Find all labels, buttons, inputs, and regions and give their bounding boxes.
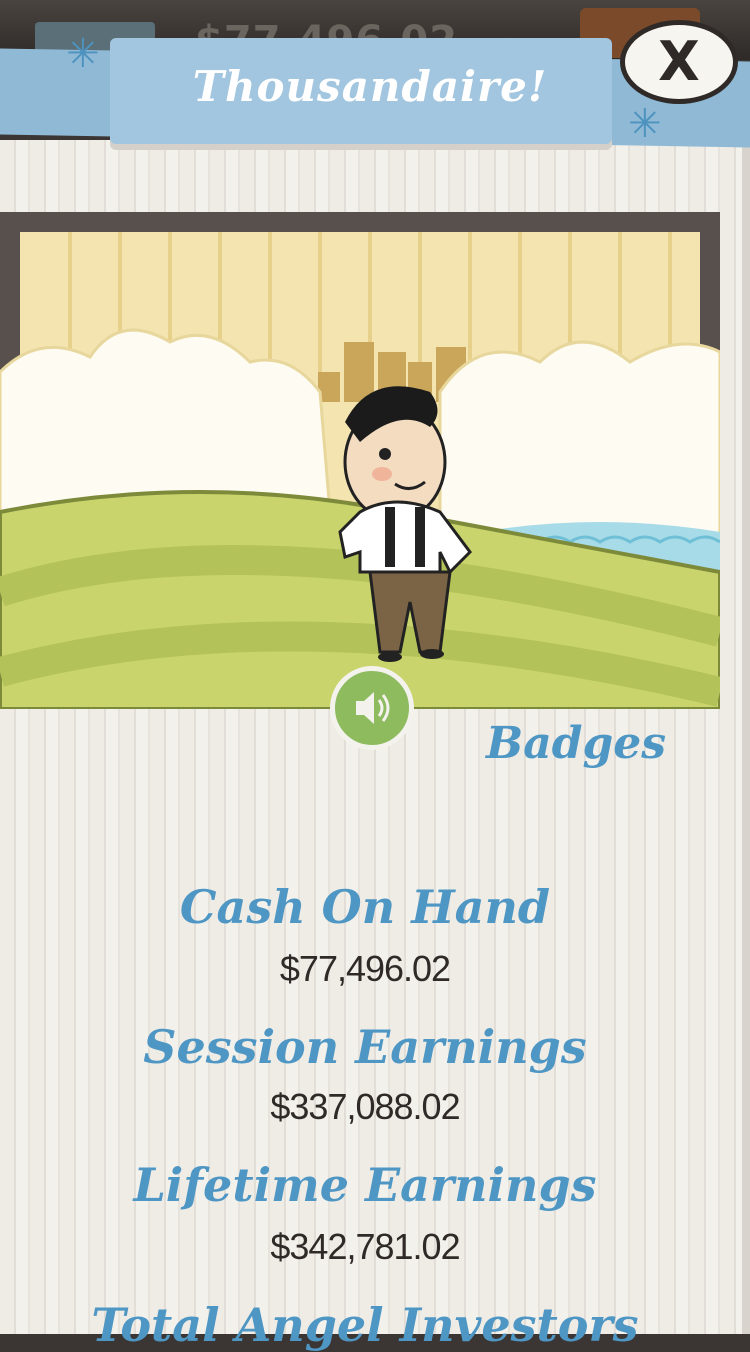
modal-title: Thousandaire!	[192, 62, 548, 111]
sparkle-icon: ✳	[66, 31, 100, 77]
sparkle-icon: ✳	[628, 101, 662, 147]
cash-on-hand-value: $77,496.02	[279, 948, 451, 989]
session-earnings-value: $337,088.02	[270, 1086, 460, 1127]
lifetime-earnings-value: $342,781.02	[270, 1226, 460, 1267]
sound-toggle-button[interactable]	[330, 666, 414, 750]
badges-link[interactable]: Badges	[486, 718, 666, 769]
milestone-illustration	[0, 212, 720, 709]
close-icon: X	[658, 30, 700, 93]
session-earnings-label: Session Earnings	[143, 1020, 587, 1074]
total-angel-investors-label: Total Angel Investors	[91, 1298, 639, 1352]
speaker-icon	[356, 692, 390, 724]
close-button[interactable]: X	[620, 20, 738, 104]
cash-on-hand-label: Cash On Hand	[179, 880, 551, 934]
lifetime-earnings-label: Lifetime Earnings	[133, 1158, 597, 1212]
scene-art	[0, 232, 720, 709]
